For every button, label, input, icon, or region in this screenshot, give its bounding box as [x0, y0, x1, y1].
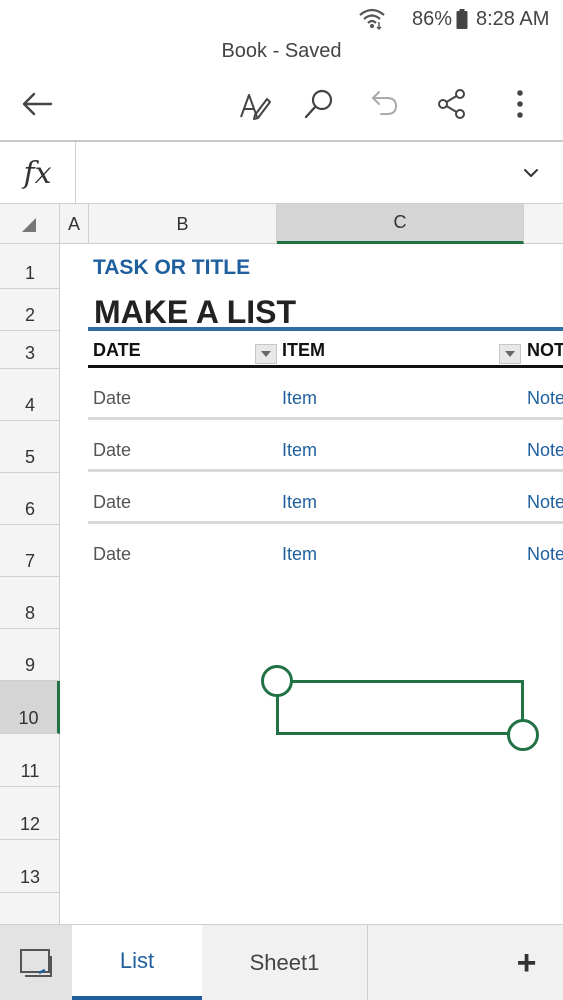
row-header-selected[interactable]: 10	[0, 681, 60, 734]
item-cell[interactable]: Item	[282, 440, 317, 461]
item-cell[interactable]: Item	[282, 492, 317, 513]
row-header[interactable]: 9	[0, 629, 60, 681]
filter-date-button[interactable]	[255, 344, 277, 364]
row-header[interactable]: 13	[0, 840, 60, 893]
row-header[interactable]: 2	[0, 289, 60, 331]
column-header-c[interactable]: C	[277, 204, 524, 244]
task-title-cell[interactable]: TASK OR TITLE	[93, 256, 250, 280]
row-header[interactable]: 8	[0, 577, 60, 629]
undo-icon	[372, 91, 398, 115]
item-cell[interactable]: Item	[282, 388, 317, 409]
undo-button[interactable]	[360, 78, 410, 130]
sheet-grid[interactable]: TASK OR TITLE MAKE A LIST DATE ITEM NOT …	[60, 244, 563, 924]
search-icon	[304, 89, 333, 119]
date-cell[interactable]: Date	[93, 388, 131, 409]
header-item[interactable]: ITEM	[282, 340, 325, 361]
note-cell[interactable]: Note	[527, 492, 563, 513]
dropdown-triangle-icon	[261, 351, 271, 357]
header-date[interactable]: DATE	[93, 340, 141, 361]
more-options-button[interactable]	[495, 78, 545, 130]
row-header[interactable]: 1	[0, 244, 60, 289]
date-cell[interactable]: Date	[93, 440, 131, 461]
sheet-tabs-bar: List Sheet1 +	[0, 924, 563, 1000]
search-button[interactable]	[294, 78, 344, 130]
column-header-a[interactable]: A	[60, 204, 89, 244]
filter-item-button[interactable]	[499, 344, 521, 364]
toolbar	[0, 78, 563, 140]
select-all-triangle-icon	[22, 218, 36, 232]
table-row: Date Item Note	[88, 472, 563, 524]
cell-selection	[276, 680, 524, 735]
select-all-corner[interactable]	[0, 204, 60, 244]
selection-handle-bottom-right[interactable]	[507, 719, 539, 751]
share-button[interactable]	[427, 78, 477, 130]
title-underline	[88, 327, 563, 331]
formula-input[interactable]	[77, 142, 507, 204]
row-header[interactable]: 12	[0, 787, 60, 840]
table-row: Date Item Note	[88, 420, 563, 472]
item-cell[interactable]: Item	[282, 544, 317, 565]
battery-percent: 86%	[412, 8, 453, 30]
note-cell[interactable]: Note	[527, 388, 563, 409]
row-header[interactable]: 3	[0, 331, 60, 369]
column-header-b[interactable]: B	[89, 204, 277, 244]
share-icon	[438, 89, 465, 119]
formula-bar: fx	[0, 142, 563, 204]
more-vertical-icon	[517, 90, 523, 118]
chevron-down-icon	[524, 169, 538, 177]
tab-sheet1[interactable]: Sheet1	[202, 925, 368, 1000]
selection-handle-top-left[interactable]	[261, 665, 293, 697]
add-sheet-button[interactable]: +	[490, 925, 563, 1000]
wifi-icon	[359, 8, 385, 30]
edit-pen-icon	[240, 94, 271, 120]
row-header[interactable]: 11	[0, 734, 60, 787]
header-notes[interactable]: NOT	[527, 340, 563, 361]
column-headers: A B C	[0, 204, 563, 244]
table-row: Date Item Note	[88, 524, 563, 576]
date-cell[interactable]: Date	[93, 544, 131, 565]
row-header[interactable]: 4	[0, 369, 60, 421]
expand-formula-button[interactable]	[516, 160, 546, 186]
back-arrow-icon	[22, 92, 53, 116]
note-cell[interactable]: Note	[527, 544, 563, 565]
row-header[interactable]: 5	[0, 421, 60, 473]
date-cell[interactable]: Date	[93, 492, 131, 513]
status-bar: 86% 8:28 AM	[0, 0, 563, 40]
table-row: Date Item Note	[88, 368, 563, 420]
list-title-cell[interactable]: MAKE A LIST	[94, 294, 296, 331]
document-title: Book - Saved	[221, 40, 342, 62]
row-header[interactable]: 6	[0, 473, 60, 525]
row-header[interactable]: 7	[0, 525, 60, 577]
insert-function-button[interactable]: fx	[0, 142, 76, 204]
note-cell[interactable]: Note	[527, 440, 563, 461]
edit-button[interactable]	[230, 78, 280, 130]
row-headers: 1 2 3 4 5 6 7 8 9 10 11 12 13	[0, 244, 60, 924]
tab-list[interactable]: List	[72, 925, 202, 1000]
sheets-icon	[20, 949, 52, 977]
sheet-list-button[interactable]	[0, 925, 72, 1000]
dropdown-triangle-icon	[505, 351, 515, 357]
battery-icon	[456, 9, 468, 29]
back-button[interactable]	[12, 78, 62, 130]
clock: 8:28 AM	[476, 8, 550, 30]
